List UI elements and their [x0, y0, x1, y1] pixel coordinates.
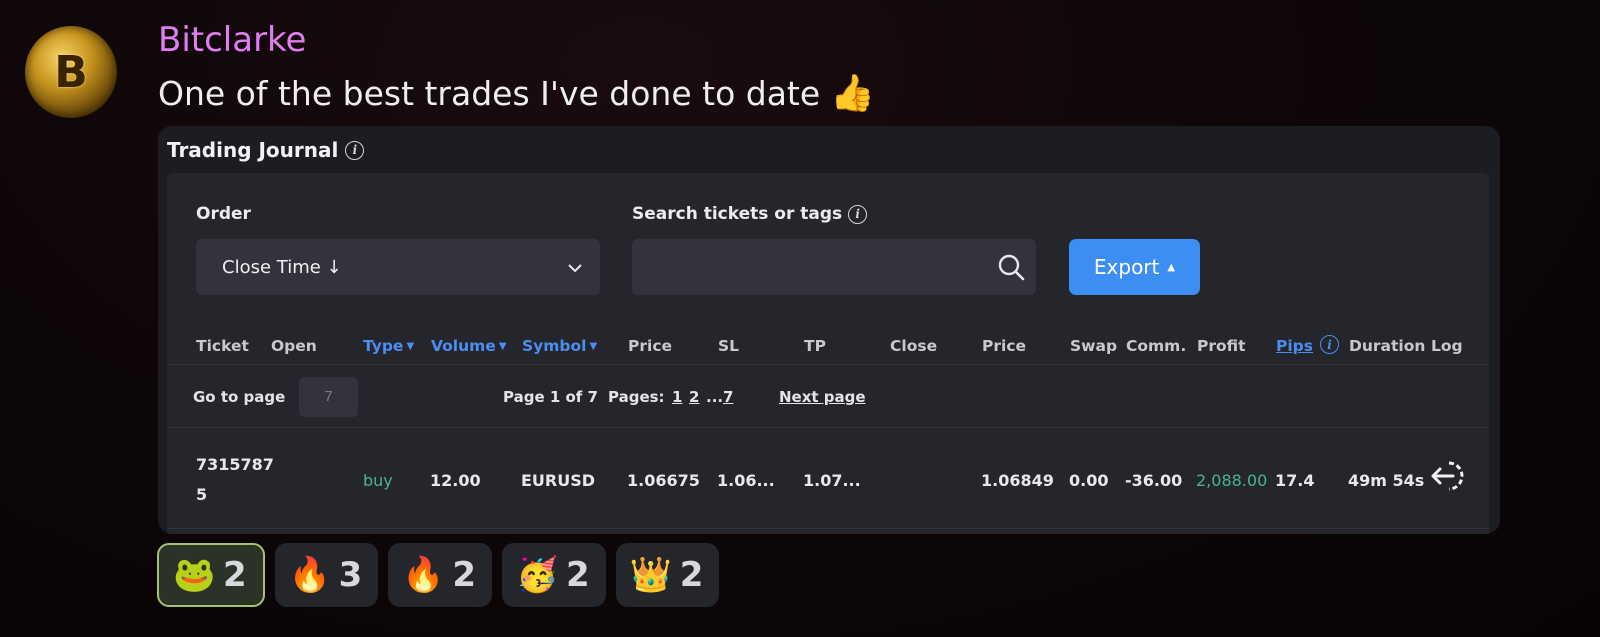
- search-input[interactable]: [632, 239, 1036, 295]
- col-type-label: Type: [363, 337, 404, 355]
- col-symbol[interactable]: Symbol ▼: [522, 337, 597, 355]
- reaction-count: 2: [566, 555, 590, 595]
- info-icon[interactable]: i: [1320, 335, 1339, 354]
- card-title: Trading Journal i: [167, 138, 365, 162]
- cell-sl: 1.06...: [717, 471, 775, 490]
- page-link-2[interactable]: 2: [689, 388, 699, 406]
- reaction-party[interactable]: 🥳 2: [502, 543, 606, 607]
- col-close-price[interactable]: Price: [982, 337, 1026, 355]
- bitcoin-logo-icon: B: [54, 46, 88, 98]
- col-swap[interactable]: Swap: [1070, 337, 1117, 355]
- col-tp[interactable]: TP: [804, 337, 826, 355]
- reaction-count: 2: [452, 555, 477, 595]
- col-pips[interactable]: Pips: [1276, 337, 1313, 355]
- sort-down-icon: ▼: [498, 341, 507, 352]
- cell-profit: 2,088.00: [1196, 471, 1268, 490]
- next-page-link[interactable]: Next page: [779, 388, 866, 406]
- pagination-bar: Go to page 7 Page 1 of 7 Pages: 1 2 ... …: [167, 366, 1489, 428]
- reaction-count: 2: [223, 555, 247, 595]
- export-label: Export: [1093, 255, 1160, 279]
- col-duration[interactable]: Duration: [1349, 337, 1425, 355]
- cell-pips: 17.4: [1275, 471, 1315, 490]
- trading-journal-card: Trading Journal i Order Close Time ↓ Sea…: [158, 126, 1500, 534]
- export-button[interactable]: Export ▼: [1069, 239, 1200, 295]
- frog-money-icon: 🐸: [173, 555, 216, 595]
- search-label: Search tickets or tags i: [632, 204, 868, 224]
- cell-ticket-line1: 7315787: [196, 455, 274, 474]
- page-of-label: Page 1 of 7: [503, 388, 598, 406]
- col-ticket[interactable]: Ticket: [196, 337, 249, 355]
- col-symbol-label: Symbol: [522, 337, 587, 355]
- fire-icon: 🔥: [402, 555, 445, 595]
- page-number-input[interactable]: 7: [299, 377, 358, 417]
- pages-label: Pages:: [608, 388, 665, 406]
- party-face-icon: 🥳: [516, 555, 559, 595]
- col-open[interactable]: Open: [271, 337, 317, 355]
- reaction-lfg[interactable]: 🔥 3: [274, 543, 379, 607]
- card-title-text: Trading Journal: [167, 138, 339, 162]
- col-volume[interactable]: Volume ▼: [431, 337, 507, 355]
- col-sl[interactable]: SL: [718, 337, 739, 355]
- col-comm[interactable]: Comm.: [1126, 337, 1186, 355]
- cell-volume: 12.00: [430, 471, 481, 490]
- cell-tp: 1.07...: [803, 471, 861, 490]
- journal-panel: Order Close Time ↓ Search tickets or tag…: [167, 173, 1489, 534]
- cell-duration: 49m 54s: [1348, 471, 1425, 490]
- chevron-down-icon: [568, 258, 582, 277]
- cell-ticket-line2: 5: [196, 485, 208, 504]
- col-type[interactable]: Type ▼: [363, 337, 414, 355]
- sort-down-icon: ▼: [589, 341, 598, 352]
- order-label: Order: [196, 204, 251, 224]
- cell-swap: 0.00: [1069, 471, 1109, 490]
- cell-type: buy: [363, 471, 393, 490]
- col-price[interactable]: Price: [628, 337, 672, 355]
- avatar[interactable]: B: [25, 26, 117, 118]
- reaction-fire[interactable]: 🔥 2: [388, 543, 493, 607]
- crown-icon: 👑: [629, 555, 673, 595]
- table-header: Ticket Open Type ▼ Volume ▼ Symbol ▼ Price …: [167, 325, 1489, 365]
- cell-price: 1.06675: [627, 471, 700, 490]
- reaction-count: 2: [679, 555, 704, 595]
- caret-icon: ▼: [1167, 261, 1176, 273]
- cell-comm: -36.00: [1125, 471, 1183, 490]
- log-in-icon[interactable]: [1427, 457, 1465, 495]
- page-link-1[interactable]: 1: [672, 388, 682, 406]
- username[interactable]: Bitclarke: [158, 20, 306, 60]
- page-ellipsis: ...: [706, 388, 724, 406]
- reaction-frog[interactable]: 🐸 2: [157, 543, 265, 607]
- table-row[interactable]: 7315787 5 buy 12.00 EURUSD 1.06675 1.06.…: [167, 429, 1489, 529]
- reactions-bar: 🐸 2 🔥 3 🔥 2 🥳 2 👑 2: [157, 543, 720, 607]
- go-to-page-label: Go to page: [193, 388, 286, 406]
- info-icon[interactable]: i: [848, 204, 868, 224]
- col-volume-label: Volume: [431, 337, 496, 355]
- sort-down-icon: ▼: [406, 341, 415, 352]
- message-body: One of the best trades I've done to date: [158, 73, 821, 113]
- search-icon[interactable]: [996, 252, 1026, 282]
- info-icon[interactable]: i: [345, 140, 365, 160]
- order-select-value: Close Time ↓: [222, 256, 342, 278]
- reaction-crown[interactable]: 👑 2: [615, 543, 720, 607]
- page-link-7[interactable]: 7: [723, 388, 733, 406]
- cell-close-price: 1.06849: [981, 471, 1054, 490]
- thumbs-up-icon: 👍: [830, 73, 875, 114]
- col-log[interactable]: Log: [1431, 337, 1463, 355]
- col-close[interactable]: Close: [890, 337, 937, 355]
- col-profit[interactable]: Profit: [1197, 337, 1246, 355]
- cell-symbol: EURUSD: [521, 471, 596, 490]
- search-label-text: Search tickets or tags: [632, 204, 843, 224]
- reaction-count: 3: [338, 555, 363, 595]
- message-text: One of the best trades I've done to date…: [158, 72, 875, 114]
- lfg-fire-icon: 🔥: [288, 555, 332, 595]
- order-select[interactable]: Close Time ↓: [196, 239, 600, 295]
